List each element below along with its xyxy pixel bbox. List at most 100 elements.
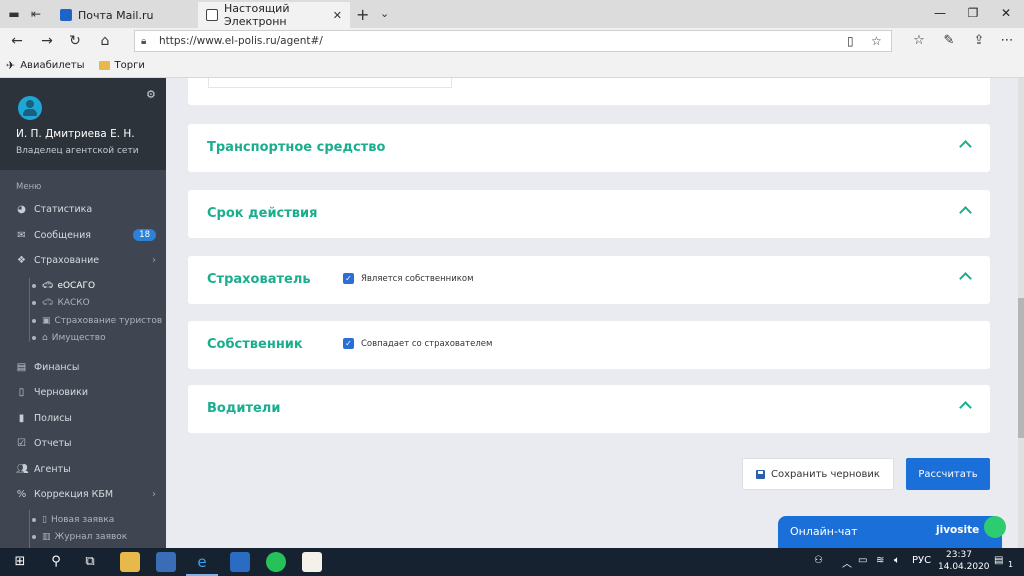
- file-explorer-icon[interactable]: [120, 552, 140, 572]
- share-icon[interactable]: ⇪: [970, 33, 988, 48]
- suitcase-icon: ▣: [42, 316, 51, 326]
- profile-panel: ⚙ И. П. Дмитриева Е. Н. Владелец агентск…: [0, 78, 166, 170]
- tab-actions-icon[interactable]: ⇤: [28, 6, 44, 22]
- chevron-up-tray-icon[interactable]: ︿: [842, 555, 852, 570]
- back-icon[interactable]: ←: [8, 33, 26, 49]
- minimize-icon[interactable]: —: [930, 6, 950, 20]
- favorites-list-icon[interactable]: ☆: [910, 33, 928, 48]
- menu-title: Меню: [16, 182, 42, 192]
- avatar[interactable]: [18, 96, 42, 120]
- chat-label: Онлайн-чат: [790, 525, 858, 538]
- favorite-torgi[interactable]: Торги: [98, 60, 145, 71]
- sidebar-item-drafts[interactable]: ▯ Черновики: [16, 387, 156, 398]
- calculate-button[interactable]: Рассчитать: [906, 458, 990, 490]
- same-as-policyholder-checkbox[interactable]: ✓ Совпадает со страхователем: [343, 338, 492, 349]
- edge-browser-icon[interactable]: e: [194, 554, 210, 570]
- scrollbar-thumb[interactable]: [1018, 298, 1024, 438]
- close-tab-icon[interactable]: ✕: [333, 9, 342, 22]
- bullet-icon: [32, 518, 36, 522]
- online-chat-widget[interactable]: Онлайн-чат jivosite: [778, 516, 1006, 548]
- favorite-aviatickets[interactable]: ✈ Авиабилеты: [6, 59, 85, 72]
- clock-date[interactable]: 14.04.2020: [938, 562, 990, 572]
- is-owner-checkbox[interactable]: ✓ Является собственником: [343, 273, 474, 284]
- close-window-icon[interactable]: ✕: [996, 6, 1016, 20]
- chevron-up-icon[interactable]: [958, 269, 972, 283]
- sidebar-item-policies[interactable]: ▮ Полисы: [16, 413, 156, 424]
- refresh-icon[interactable]: ↻: [66, 33, 84, 49]
- chevron-up-icon[interactable]: [958, 398, 972, 412]
- sidebar-item-kbm[interactable]: % Коррекция КБМ ›: [16, 489, 156, 500]
- tab-mail[interactable]: Почта Mail.ru: [52, 2, 198, 28]
- section-vehicle[interactable]: Транспортное средство: [188, 124, 990, 172]
- section-drivers[interactable]: Водители: [188, 385, 990, 433]
- sidebar-subitem-tourists[interactable]: ▣ Страхование туристов: [32, 316, 162, 326]
- document-icon: ▮: [18, 413, 25, 424]
- section-owner[interactable]: Собственник ✓ Совпадает со страхователем: [188, 321, 990, 369]
- search-icon[interactable]: ⚲: [48, 554, 64, 570]
- sidebar-item-agents[interactable]: 👥︎ Агенты: [16, 464, 156, 475]
- chat-status-icon: [984, 516, 1006, 538]
- section-validity-period[interactable]: Срок действия: [188, 190, 990, 238]
- new-tab-icon[interactable]: +: [356, 5, 369, 24]
- sidebar-subitem-request-log[interactable]: ▥ Журнал заявок: [32, 532, 127, 542]
- section-title: Срок действия: [207, 206, 318, 221]
- window-menu-icon[interactable]: ▬: [6, 6, 22, 22]
- chat-brand: jivosite: [936, 524, 980, 536]
- previous-section-field[interactable]: [208, 78, 452, 88]
- save-draft-button[interactable]: Сохранить черновик: [742, 458, 894, 490]
- page-scrollbar[interactable]: [1018, 78, 1024, 548]
- section-title: Собственник: [207, 337, 303, 352]
- house-icon: ⌂: [42, 333, 48, 343]
- pen-icon[interactable]: ✎: [940, 33, 958, 48]
- clipboard-icon: ☑: [17, 438, 26, 449]
- people-icon[interactable]: ⚇: [814, 555, 823, 566]
- sidebar-item-messages[interactable]: ✉ Сообщения 18: [16, 229, 156, 241]
- favorite-label: Торги: [114, 60, 145, 71]
- forward-icon[interactable]: →: [38, 33, 56, 49]
- document-app-icon[interactable]: [302, 552, 322, 572]
- pie-chart-icon: ◕: [17, 204, 26, 215]
- sidebar-item-insurance[interactable]: ❖ Страхование ›: [16, 255, 156, 266]
- sidebar-item-finance[interactable]: ▤ Финансы: [16, 362, 156, 373]
- task-view-icon[interactable]: ⧉: [82, 554, 98, 570]
- sidebar-item-statistics[interactable]: ◕ Статистика: [16, 204, 156, 215]
- favorite-star-icon[interactable]: ☆: [871, 34, 882, 48]
- more-icon[interactable]: ⋯: [998, 33, 1016, 48]
- sidebar-subitem-kasko[interactable]: 🚗︎ КАСКО: [32, 298, 90, 308]
- notifications-icon[interactable]: ▤: [994, 555, 1003, 566]
- sidebar-subitem-new-request[interactable]: ▯ Новая заявка: [32, 515, 114, 525]
- sidebar-subitem-label: еОСАГО: [57, 281, 96, 291]
- sidebar-subitem-eosago[interactable]: 🚗︎ еОСАГО: [32, 281, 95, 291]
- restore-icon[interactable]: ❐: [963, 6, 983, 20]
- whatsapp-icon[interactable]: [266, 552, 286, 572]
- sidebar-subitem-label: Страхование туристов: [54, 316, 163, 326]
- section-policyholder[interactable]: Страхователь ✓ Является собственником: [188, 256, 990, 304]
- chevron-down-icon[interactable]: ⌄: [380, 7, 389, 20]
- bullet-icon: [32, 336, 36, 340]
- sidebar-subitem-property[interactable]: ⌂ Имущество: [32, 333, 106, 343]
- gear-icon[interactable]: ⚙: [146, 88, 156, 101]
- chevron-up-icon[interactable]: [958, 203, 972, 217]
- tab-label: Почта Mail.ru: [78, 8, 154, 22]
- reading-view-icon[interactable]: ▯: [847, 34, 854, 48]
- mail-app-icon[interactable]: [230, 552, 250, 572]
- store-icon[interactable]: [156, 552, 176, 572]
- clock-time[interactable]: 23:37: [946, 550, 972, 560]
- sidebar-item-label: Черновики: [34, 387, 89, 398]
- language-indicator[interactable]: РУС: [912, 555, 931, 566]
- battery-icon[interactable]: ▭: [858, 555, 867, 566]
- url-field[interactable]: 🔒︎ https://www.el-polis.ru/agent#/ ▯ ☆: [134, 30, 892, 52]
- favorite-label: Авиабилеты: [20, 60, 85, 71]
- main-content: Транспортное средство Срок действия Стра…: [166, 78, 1018, 548]
- wifi-icon[interactable]: ≋: [876, 555, 884, 566]
- user-name: И. П. Дмитриева Е. Н.: [16, 128, 135, 140]
- sidebar-item-label: Сообщения: [34, 229, 92, 241]
- windows-start-icon[interactable]: ⊞: [12, 554, 28, 570]
- tab-el-polis[interactable]: Настоящий Электронн ✕: [198, 2, 350, 28]
- chevron-up-icon[interactable]: [958, 137, 972, 151]
- lock-icon: 🔒︎: [141, 35, 147, 47]
- home-icon[interactable]: ⌂: [96, 33, 114, 49]
- sidebar-item-reports[interactable]: ☑ Отчеты: [16, 438, 156, 449]
- volume-icon[interactable]: 🔈︎: [894, 555, 900, 566]
- tree-line: [29, 278, 30, 342]
